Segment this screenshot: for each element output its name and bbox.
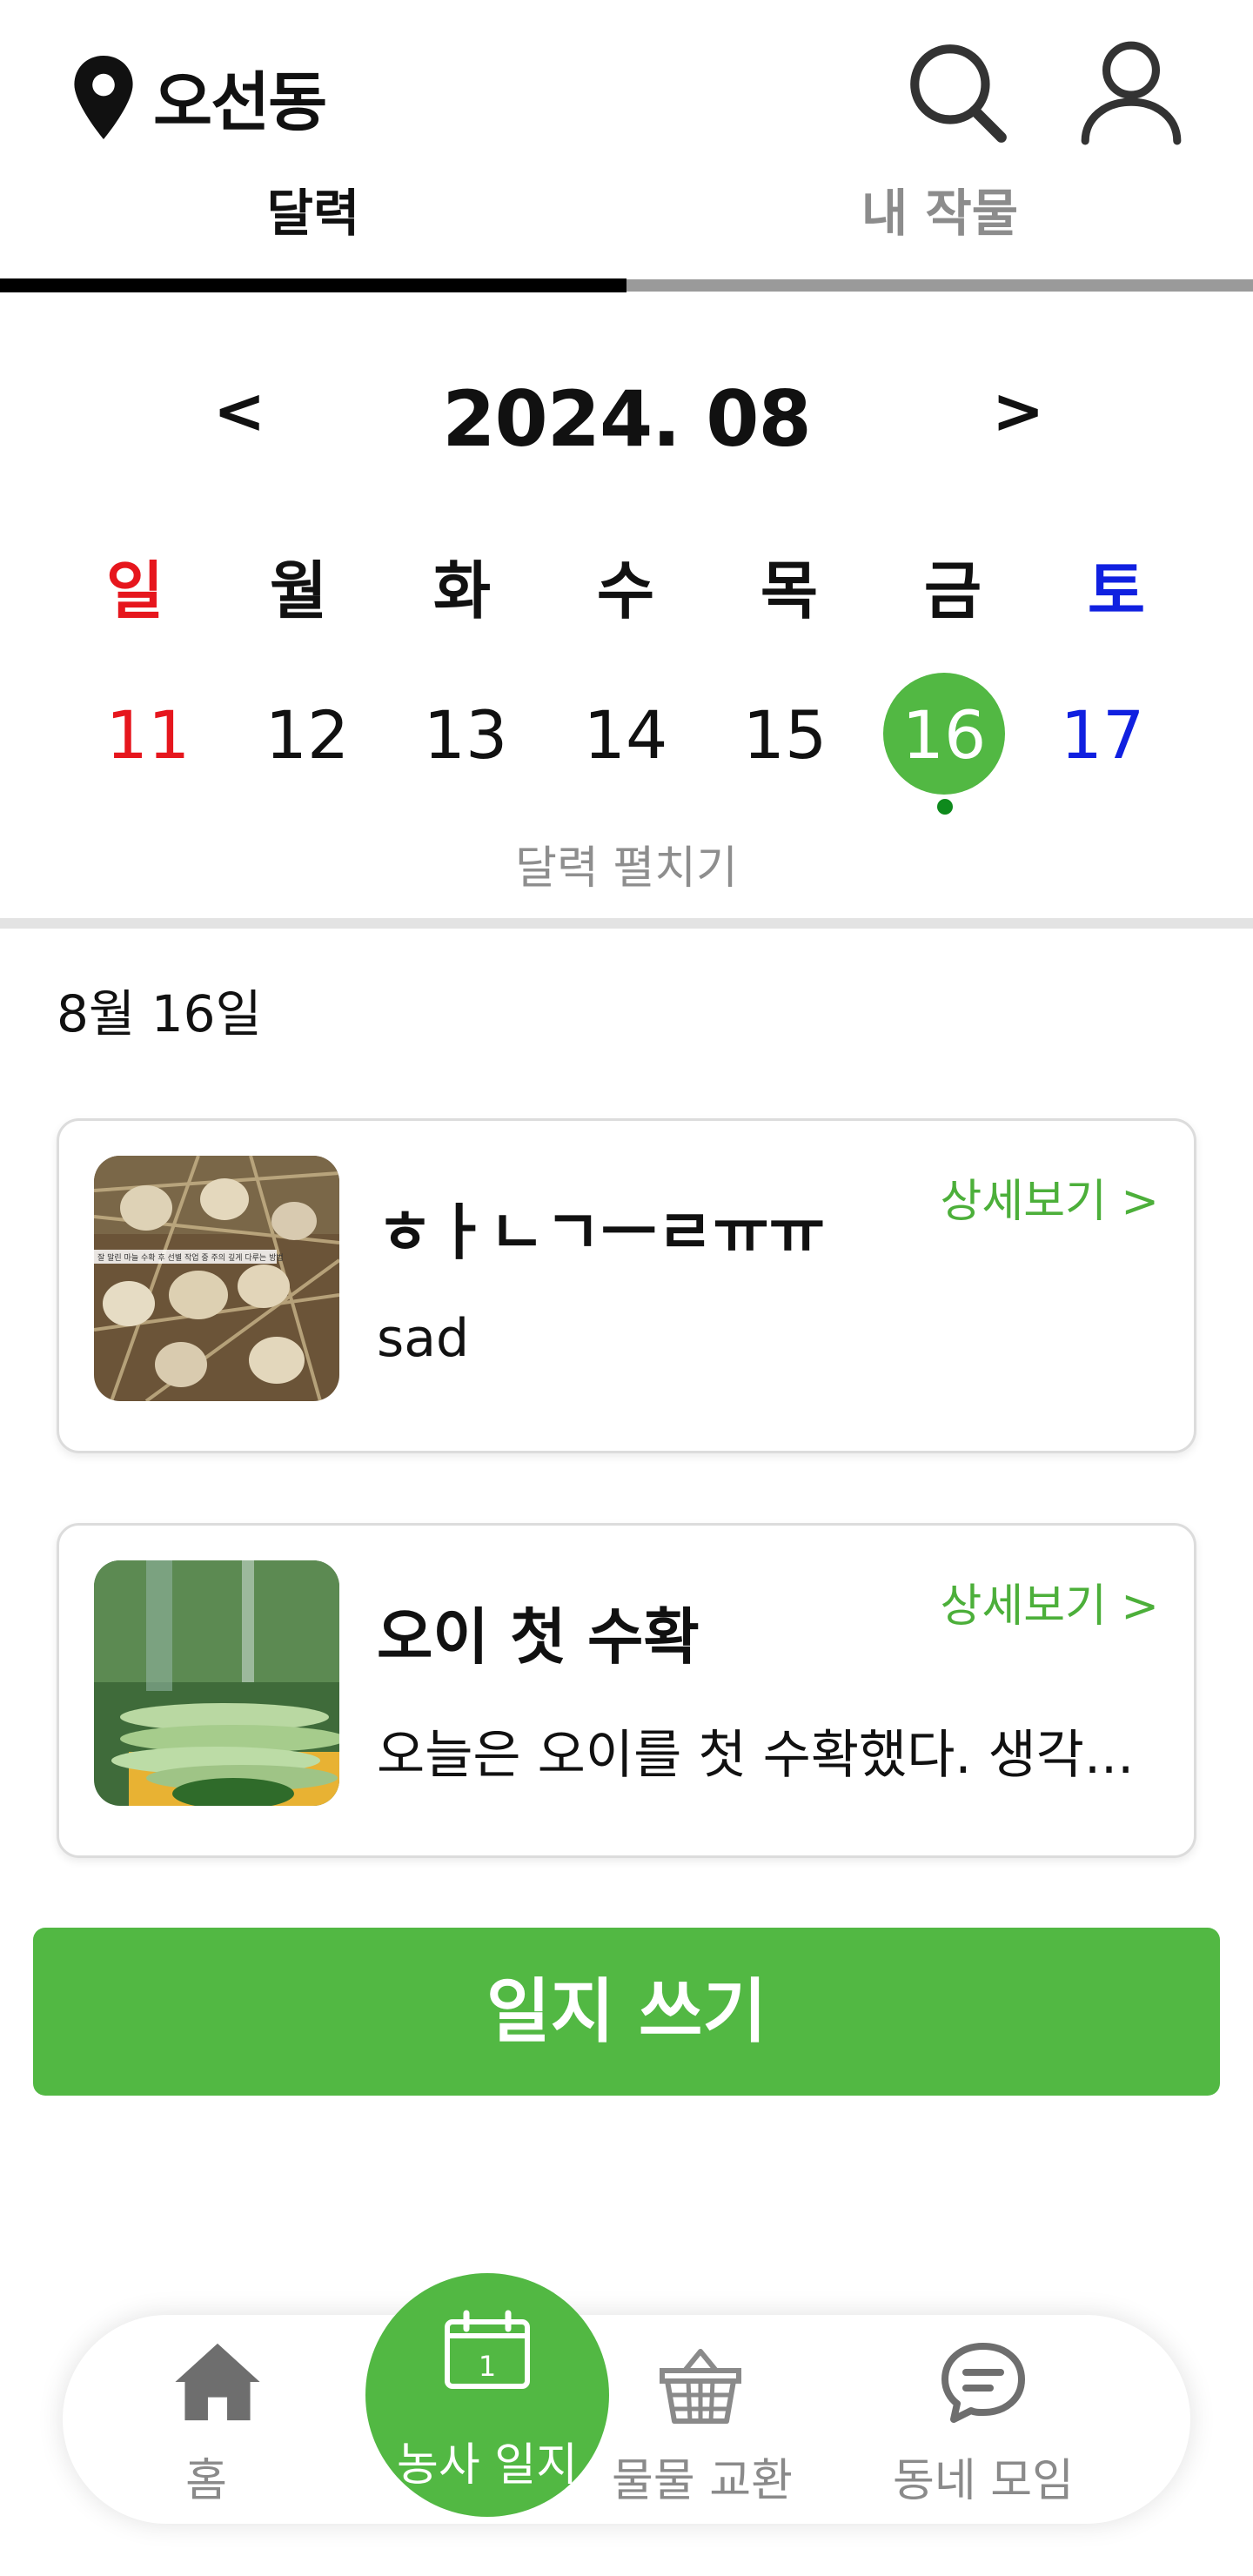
user-icon[interactable] [1075, 35, 1188, 148]
entry-thumbnail [94, 1560, 339, 1806]
tab-indicator-inactive [626, 279, 1253, 292]
month-navigation: 2024. 08 < > [0, 374, 1253, 479]
nav-home[interactable]: 홈 [76, 2315, 337, 2524]
svg-text:1: 1 [479, 2350, 496, 2383]
date-cell[interactable]: 13 [396, 688, 535, 783]
write-diary-button[interactable]: 일지 쓰기 [33, 1928, 1220, 2096]
nav-community[interactable]: 동네 모임 [853, 2315, 1114, 2524]
search-icon[interactable] [901, 35, 1014, 148]
weekday-wed: 수 [596, 554, 655, 627]
entry-thumbnail: 잘 말린 마늘 수확 후 선별 작업 중 주의 깊게 다루는 방법 [94, 1156, 339, 1401]
weekday-sat: 토 [1087, 554, 1146, 627]
cucumber-photo [94, 1560, 339, 1806]
tab-bar: 달력 내 작물 [0, 174, 1253, 296]
view-details-link[interactable]: 상세보기 > [941, 1164, 1159, 1230]
selected-date-heading: 8월 16일 [57, 984, 262, 1043]
nav-label: 물물 교환 [612, 2455, 793, 2507]
weekday-tue: 화 [432, 554, 492, 627]
home-icon [175, 2343, 260, 2421]
tab-indicator-active [0, 278, 626, 292]
weekday-mon: 월 [269, 554, 328, 627]
nav-label: 홈 [185, 2455, 227, 2507]
entry-title: 오이 첫 수확 [377, 1601, 700, 1673]
tab-calendar[interactable]: 달력 [0, 174, 626, 270]
location-pin-icon [74, 55, 133, 139]
week-date-row: 11 12 13 14 15 16 17 [0, 688, 1253, 783]
prev-month-button[interactable]: < [213, 374, 265, 447]
location-selector[interactable]: 오선동 [70, 50, 327, 144]
weekday-thu: 목 [760, 554, 819, 627]
nav-label: 동네 모임 [893, 2455, 1074, 2507]
expand-calendar-link[interactable]: 달력 펼치기 [0, 831, 1253, 896]
next-month-button[interactable]: > [992, 374, 1044, 447]
weekday-sun: 일 [105, 554, 164, 627]
bottom-navigation: 홈 물물 교환 동네 모임 [63, 2315, 1190, 2524]
basket-icon [660, 2349, 741, 2424]
section-divider [0, 918, 1253, 929]
date-cell-selected[interactable]: 16 [874, 688, 1014, 783]
date-cell[interactable]: 11 [78, 688, 218, 783]
date-cell[interactable]: 17 [1033, 688, 1172, 783]
date-cell[interactable]: 15 [715, 688, 854, 783]
chat-bubble-icon [941, 2343, 1025, 2423]
entry-body: sad [377, 1308, 470, 1369]
garlic-photo: 잘 말린 마늘 수확 후 선별 작업 중 주의 깊게 다루는 방법 [94, 1156, 339, 1401]
location-label: 오선동 [153, 65, 327, 140]
weekday-header-row: 일 월 화 수 목 금 토 [0, 540, 1253, 627]
tab-my-crops[interactable]: 내 작물 [626, 174, 1253, 270]
entry-title: ㅎㅏㄴㄱㅡㄹㅠㅠ [377, 1197, 826, 1268]
calendar-icon: 1 [445, 2310, 530, 2389]
diary-entry-card[interactable]: 오이 첫 수확 오늘은 오이를 첫 수확했다. 생각... 상세보기 > [57, 1523, 1196, 1858]
svg-text:잘 말린 마늘 수확 후 선별 작업 중 주의 깊게 다루는: 잘 말린 마늘 수확 후 선별 작업 중 주의 깊게 다루는 방법 [97, 1252, 284, 1263]
nav-farm-diary[interactable]: 1 농사 일지 [365, 2273, 609, 2517]
nav-label: 농사 일지 [397, 2439, 578, 2492]
weekday-fri: 금 [923, 554, 982, 627]
top-header: 오선동 [0, 0, 1253, 174]
view-details-link[interactable]: 상세보기 > [941, 1569, 1159, 1634]
nav-trade[interactable]: 물물 교환 [572, 2315, 833, 2524]
entry-body: 오늘은 오이를 첫 수확했다. 생각... [377, 1725, 1135, 1786]
month-label: 2024. 08 [442, 374, 811, 464]
diary-entry-card[interactable]: 잘 말린 마늘 수확 후 선별 작업 중 주의 깊게 다루는 방법 ㅎㅏㄴㄱㅡㄹ… [57, 1118, 1196, 1453]
date-cell[interactable]: 12 [238, 688, 377, 783]
entry-indicator-dot [937, 799, 953, 815]
date-cell[interactable]: 14 [556, 688, 695, 783]
farm-diary-screen: 오선동 달력 내 작물 2024. 08 < > 일 월 화 수 목 금 토 1… [0, 0, 1253, 2576]
